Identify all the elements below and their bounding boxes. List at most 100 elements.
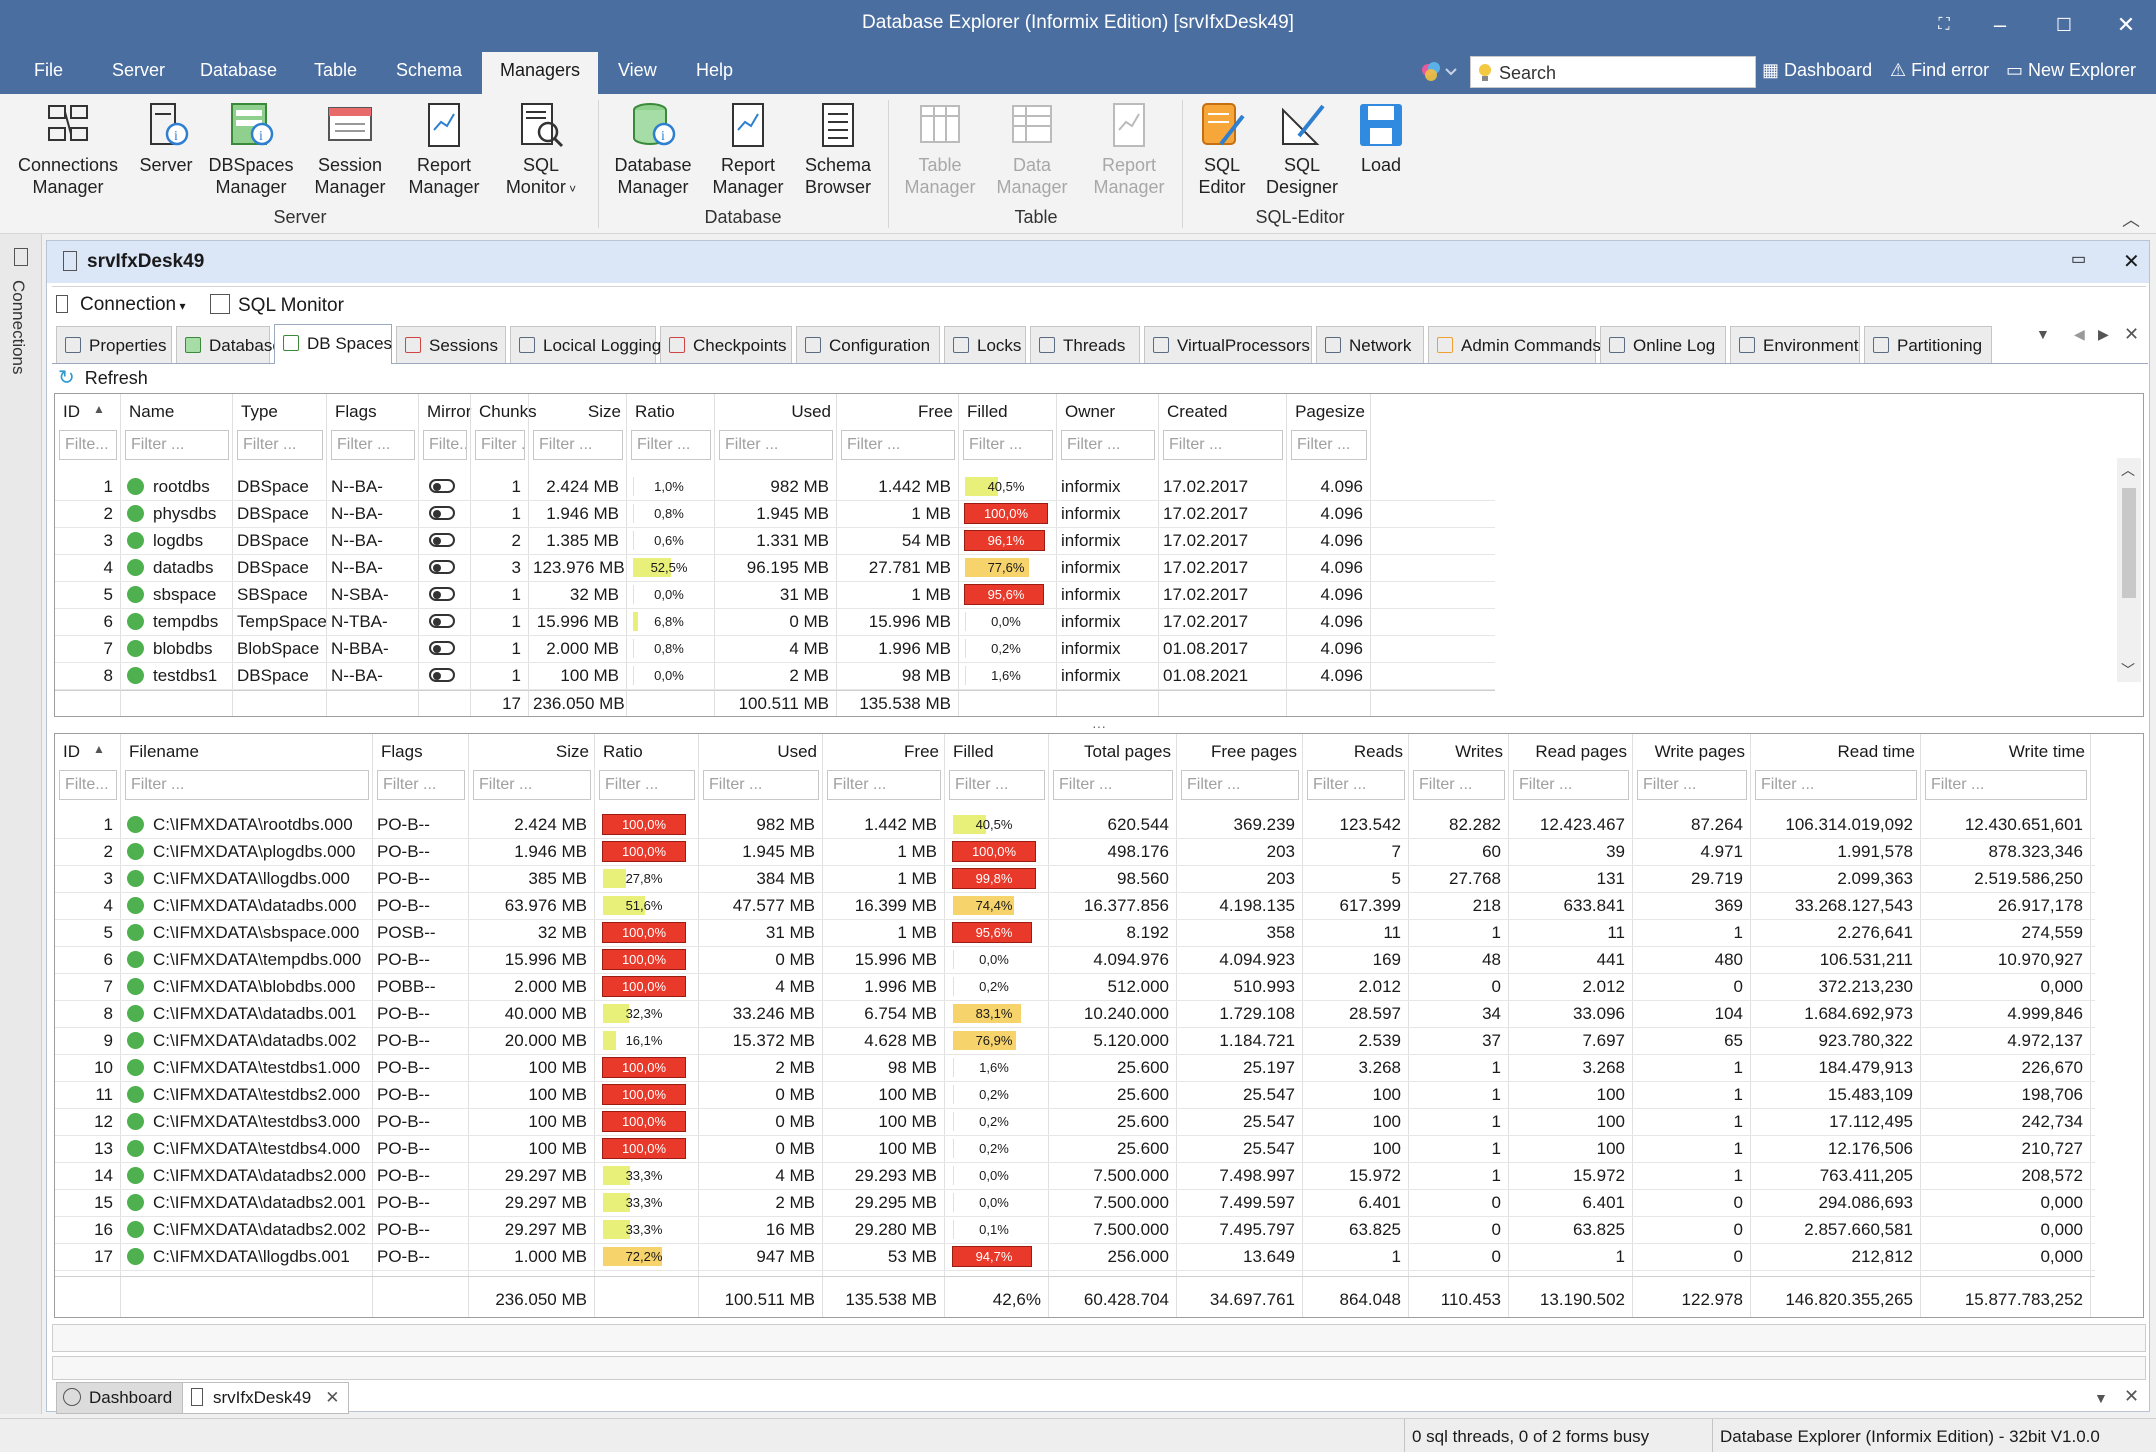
table-row[interactable]: 6 tempdbs TempSpace N-TBA- 1 15.996 MB 6,8% 0 M… — [55, 609, 1495, 635]
document-list-dropdown-icon[interactable]: ▼ — [2094, 1390, 2108, 1406]
close-window-button[interactable]: ✕ — [2106, 8, 2146, 42]
table-row[interactable]: 5 sbspace SBSpace N-SBA- 1 32 MB 0,0% 31 MB 1 MB… — [55, 582, 1495, 608]
table-row[interactable]: 10 C:\IFMXDATA\testdbs1.000 PO-B-- 100 MB 10… — [55, 1055, 2095, 1081]
column-header-ratio[interactable]: Ratio — [635, 402, 709, 422]
column-header-wp[interactable]: Write pages — [1641, 742, 1745, 762]
table-row[interactable]: 7 blobdbs BlobSpace N-BBA- 1 2.000 MB 0,8% 4 MB… — [55, 636, 1495, 662]
column-header-id[interactable]: ID — [63, 402, 115, 422]
menu-help[interactable]: Help — [692, 60, 737, 81]
close-document-icon[interactable]: ✕ — [2123, 249, 2140, 274]
dashboard-link[interactable]: ▦ Dashboard — [1762, 60, 1872, 81]
menu-schema[interactable]: Schema — [392, 60, 466, 81]
splitter-handle[interactable]: ··· — [1092, 718, 1106, 734]
menu-managers[interactable]: Managers — [482, 52, 599, 94]
tab-scroll-right-icon[interactable]: ▶ — [2098, 326, 2109, 343]
table-row[interactable]: 13 C:\IFMXDATA\testdbs4.000 PO-B-- 100 MB 10… — [55, 1136, 2095, 1162]
menu-server[interactable]: Server — [108, 60, 169, 81]
connection-dropdown[interactable]: Connection ▾ — [56, 294, 185, 316]
column-header-tp[interactable]: Total pages — [1057, 742, 1171, 762]
column-header-ratio[interactable]: Ratio — [603, 742, 693, 762]
table-row[interactable]: 2 physdbs DBSpace N--BA- 1 1.946 MB 0,8% 1.945 … — [55, 501, 1495, 527]
report-manager-button[interactable]: Report Manager — [402, 100, 486, 198]
dashboard-tab[interactable]: Dashboard — [56, 1382, 184, 1414]
column-header-wt[interactable]: Write time — [1929, 742, 2085, 762]
find-error-link[interactable]: ⚠ Find error — [1890, 60, 1989, 81]
tab-admin-commands[interactable]: Admin Commands — [1428, 326, 1601, 363]
column-header-mirror[interactable]: Mirror — [427, 402, 471, 422]
tab-checkpoints[interactable]: Checkpoints — [660, 326, 792, 363]
theme-icon[interactable] — [1418, 58, 1458, 91]
tab-sessions[interactable]: Sessions — [396, 326, 506, 363]
scroll-up-icon[interactable]: ︿ — [2121, 460, 2135, 480]
filter-id[interactable]: Filte... — [59, 430, 117, 460]
database-report-manager-button[interactable]: Report Manager — [706, 100, 790, 198]
table-row[interactable]: 2 C:\IFMXDATA\plogdbs.000 PO-B-- 1.946 MB 10… — [55, 839, 2095, 865]
filter-size[interactable]: Filter ... — [473, 770, 591, 800]
sql-designer-button[interactable]: SQL Designer — [1262, 100, 1342, 198]
column-header-flags[interactable]: Flags — [381, 742, 463, 762]
column-header-rt[interactable]: Read time — [1759, 742, 1915, 762]
table-row[interactable]: 5 C:\IFMXDATA\sbspace.000 POSB-- 32 MB 100,0… — [55, 920, 2095, 946]
load-button[interactable]: Load — [1350, 100, 1412, 176]
table-row[interactable]: 1 rootdbs DBSpace N--BA- 1 2.424 MB 1,0% 982 MB… — [55, 474, 1495, 500]
filter-file[interactable]: Filter ... — [125, 770, 369, 800]
tab-network[interactable]: Network — [1316, 326, 1424, 363]
tab-locical-logging[interactable]: Locical Logging — [510, 326, 661, 363]
table-row[interactable]: 4 datadbs DBSpace N--BA- 3 123.976 MB 52,5% 96.… — [55, 555, 1495, 581]
connections-side-tab[interactable]: Connections — [8, 280, 28, 375]
column-header-rp[interactable]: Read pages — [1517, 742, 1627, 762]
table-row[interactable]: 3 C:\IFMXDATA\llogdbs.000 PO-B-- 385 MB 27,8… — [55, 866, 2095, 892]
column-header-filled[interactable]: Filled — [967, 402, 1051, 422]
table-row[interactable]: 11 C:\IFMXDATA\testdbs2.000 PO-B-- 100 MB 10… — [55, 1082, 2095, 1108]
filter-reads[interactable]: Filter ... — [1307, 770, 1405, 800]
tab-threads[interactable]: Threads — [1030, 326, 1140, 363]
column-header-created[interactable]: Created — [1167, 402, 1281, 422]
filter-ratio[interactable]: Filter ... — [631, 430, 711, 460]
table-report-manager-button[interactable]: Report Manager — [1084, 100, 1174, 198]
filter-free[interactable]: Filter ... — [827, 770, 941, 800]
scrollbar-thumb[interactable] — [2122, 488, 2136, 598]
tab-db-spaces[interactable]: DB Spaces — [274, 324, 392, 364]
filter-owner[interactable]: Filter ... — [1061, 430, 1155, 460]
tab-environment[interactable]: Environment — [1730, 326, 1860, 363]
filter-created[interactable]: Filter ... — [1163, 430, 1283, 460]
mirror-toggle[interactable] — [429, 533, 455, 547]
table-row[interactable]: 9 C:\IFMXDATA\datadbs.002 PO-B-- 20.000 MB 1… — [55, 1028, 2095, 1054]
column-header-owner[interactable]: Owner — [1065, 402, 1153, 422]
table-row[interactable]: 7 C:\IFMXDATA\blobdbs.000 POBB-- 2.000 MB 10… — [55, 974, 2095, 1000]
filter-id[interactable]: Filte... — [59, 770, 117, 800]
filter-name[interactable]: Filter ... — [125, 430, 229, 460]
new-explorer-link[interactable]: ▭ New Explorer — [2006, 60, 2136, 81]
column-header-flags[interactable]: Flags — [335, 402, 413, 422]
sql-monitor-toolbar-button[interactable]: SQL Monitor — [210, 294, 344, 317]
session-manager-button[interactable]: Session Manager — [306, 100, 394, 198]
scroll-down-icon[interactable]: ﹀ — [2121, 660, 2135, 680]
table-row[interactable]: 4 C:\IFMXDATA\datadbs.000 PO-B-- 63.976 MB 5… — [55, 893, 2095, 919]
filter-filled[interactable]: Filter ... — [963, 430, 1053, 460]
filter-wp[interactable]: Filter ... — [1637, 770, 1747, 800]
menu-view[interactable]: View — [614, 60, 661, 81]
column-header-used[interactable]: Used — [707, 742, 817, 762]
tab-databases[interactable]: Databases — [176, 326, 290, 363]
mirror-toggle[interactable] — [429, 560, 455, 574]
connections-manager-button[interactable]: Connections Manager — [12, 100, 124, 198]
collapse-ribbon-icon[interactable]: ︿ — [2122, 206, 2140, 232]
filter-free[interactable]: Filter ... — [841, 430, 955, 460]
table-row[interactable]: 3 logdbs DBSpace N--BA- 2 1.385 MB 0,6% 1.331 M… — [55, 528, 1495, 554]
search-input[interactable]: Search — [1470, 56, 1756, 88]
filter-flags[interactable]: Filter ... — [331, 430, 415, 460]
maximize-button[interactable]: ☐ — [2044, 8, 2084, 42]
column-header-free[interactable]: Free — [845, 402, 953, 422]
fullscreen-button[interactable]: ⛶ — [1924, 8, 1964, 42]
column-header-name[interactable]: Name — [129, 402, 227, 422]
filter-type[interactable]: Filter ... — [237, 430, 323, 460]
column-header-size[interactable]: Size — [537, 402, 621, 422]
pin-icon[interactable]: ▭ — [2071, 249, 2086, 269]
column-header-used[interactable]: Used — [723, 402, 831, 422]
filter-chunks[interactable]: Filter ... — [475, 430, 525, 460]
menu-table[interactable]: Table — [310, 60, 361, 81]
mirror-toggle[interactable] — [429, 614, 455, 628]
table-row[interactable]: 1 C:\IFMXDATA\rootdbs.000 PO-B-- 2.424 MB 10… — [55, 812, 2095, 838]
tab-configuration[interactable]: Configuration — [796, 326, 940, 363]
close-document-icon[interactable]: ✕ — [2124, 1386, 2139, 1407]
